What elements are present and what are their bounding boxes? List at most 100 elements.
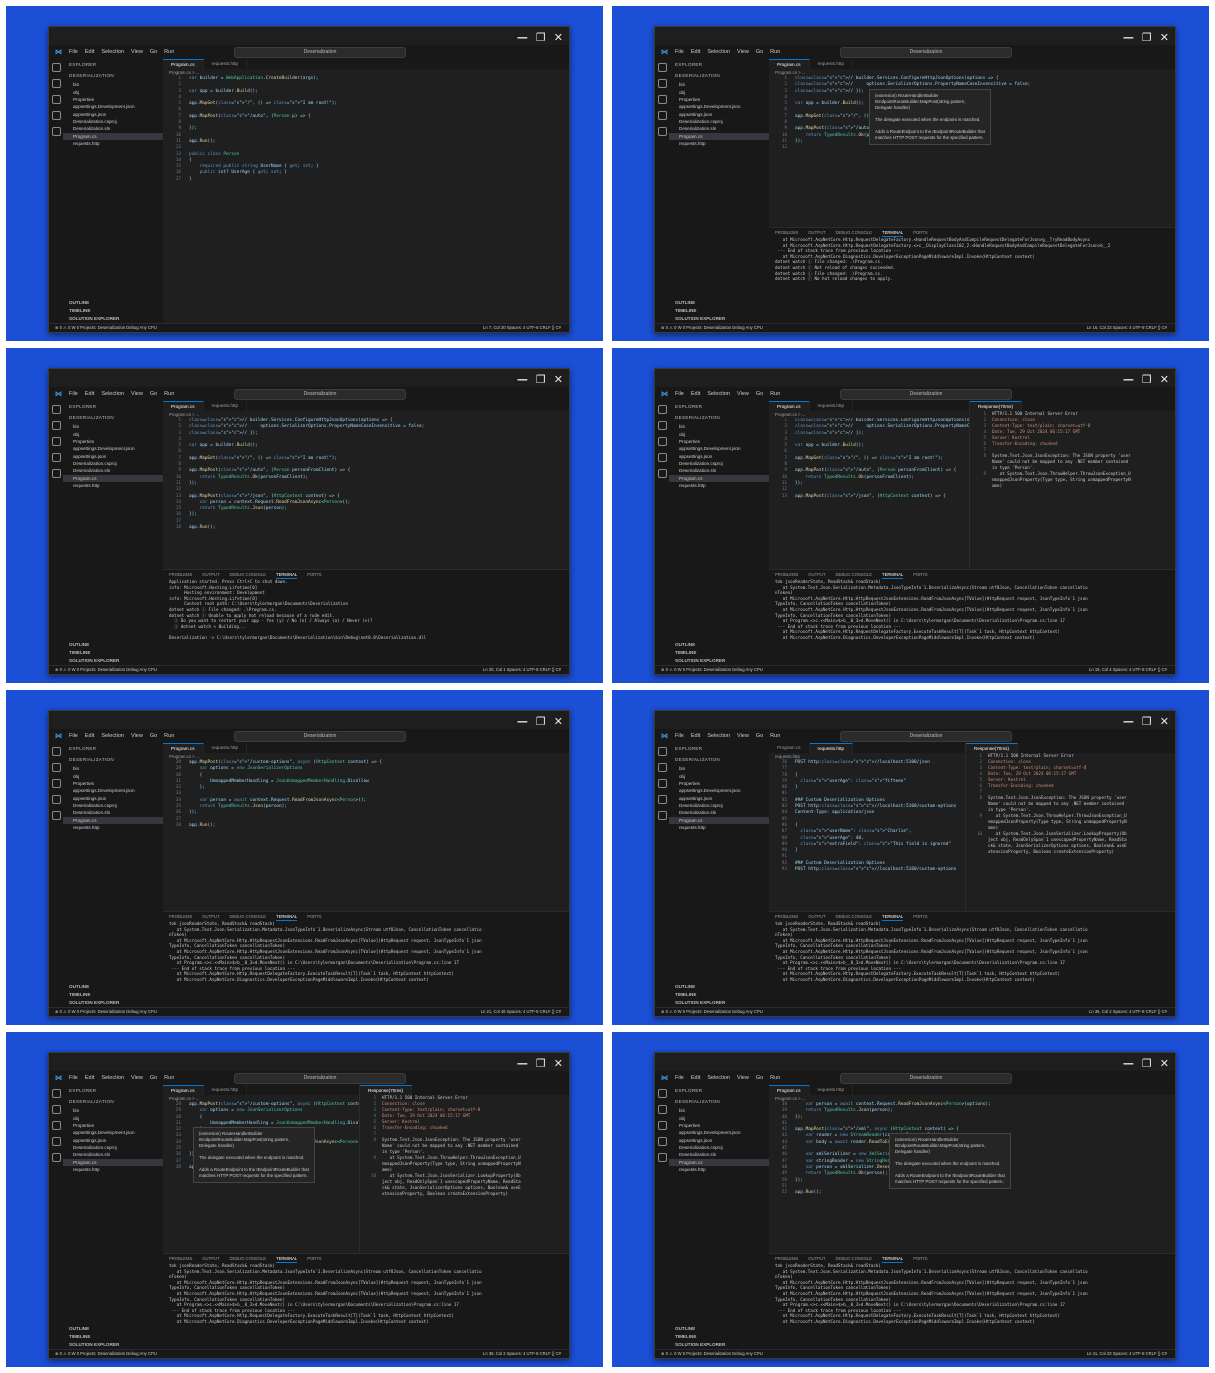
panel-tab-problems[interactable]: PROBLEMS [775, 912, 798, 921]
run-debug-icon[interactable] [51, 795, 61, 804]
status-right[interactable]: Ln 36, Col 2 Spaces: 4 UTF-8 CRLF {} C# [1089, 1008, 1167, 1016]
explorer-icon[interactable] [51, 1089, 61, 1098]
tree-item-program[interactable]: Program.cs [669, 132, 769, 140]
extensions-icon[interactable] [657, 469, 667, 478]
tree-item-sln[interactable]: Deserialization.sln [63, 125, 163, 132]
search-icon[interactable] [51, 1105, 61, 1114]
menu-edit[interactable]: Edit [85, 391, 94, 397]
tree-item-properties[interactable]: Properties [63, 1122, 163, 1129]
command-center-search[interactable]: Deserialization [234, 1073, 406, 1084]
tree-item-sln[interactable]: Deserialization.sln [669, 1151, 769, 1158]
tree-item-program[interactable]: Program.cs [669, 816, 769, 824]
menu-edit[interactable]: Edit [85, 733, 94, 739]
panel-tab-terminal[interactable]: TERMINAL [882, 912, 904, 921]
solution-explorer-section[interactable]: SOLUTION EXPLORER [669, 656, 769, 664]
menu-file[interactable]: File [675, 391, 684, 397]
source-control-icon[interactable] [51, 95, 61, 104]
tree-item-obj[interactable]: obj [669, 88, 769, 95]
timeline-section[interactable]: TIMELINE [63, 1332, 163, 1340]
window-controls[interactable]: — ❐ ✕ [517, 373, 563, 386]
source-control-icon[interactable] [657, 95, 667, 104]
tree-item-sln[interactable]: Deserialization.sln [63, 467, 163, 474]
tree-item-obj[interactable]: obj [63, 430, 163, 437]
tab-program[interactable]: Program.cs [163, 401, 204, 411]
menu-edit[interactable]: Edit [85, 1075, 94, 1081]
menu-file[interactable]: File [675, 733, 684, 739]
tree-item-requests[interactable]: requests.http [669, 1166, 769, 1173]
outline-section[interactable]: OUTLINE [669, 298, 769, 306]
minimize-icon[interactable]: — [517, 31, 528, 44]
panel-tab-ports[interactable]: PORTS [307, 570, 321, 579]
menu-go[interactable]: Go [756, 1075, 763, 1081]
tree-item-appsettings-dev[interactable]: appsettings.Development.json [63, 1129, 163, 1136]
source-control-icon[interactable] [51, 437, 61, 446]
tab-program[interactable]: Program.cs [163, 59, 204, 69]
menu-edit[interactable]: Edit [691, 733, 700, 739]
search-icon[interactable] [51, 421, 61, 430]
panel-tab-terminal[interactable]: TERMINAL [882, 570, 904, 579]
restore-icon[interactable]: ❐ [536, 31, 546, 44]
restore-icon[interactable]: ❐ [1142, 1057, 1152, 1070]
panel-tab-output[interactable]: OUTPUT [202, 570, 219, 579]
tree-item-appsettings[interactable]: appsettings.json [63, 1137, 163, 1144]
menu-view[interactable]: View [737, 1075, 749, 1081]
menu-view[interactable]: View [737, 391, 749, 397]
command-center-search[interactable]: Deserialization [234, 47, 406, 58]
tree-item-bin[interactable]: bin [669, 765, 769, 772]
timeline-section[interactable]: TIMELINE [63, 990, 163, 998]
explorer-icon[interactable] [657, 63, 667, 72]
tree-item-obj[interactable]: obj [669, 1114, 769, 1121]
menu-file[interactable]: File [69, 49, 78, 55]
search-icon[interactable] [51, 763, 61, 772]
tree-item-requests[interactable]: requests.http [63, 140, 163, 147]
tree-item-appsettings-dev[interactable]: appsettings.Development.json [669, 445, 769, 452]
terminal-output[interactable]: tok jsonReaderState, ReadStack& readStac… [163, 1263, 569, 1325]
tree-item-program[interactable]: Program.cs [669, 474, 769, 482]
explorer-icon[interactable] [51, 63, 61, 72]
tab-response[interactable]: Response(70ms) [966, 743, 1018, 753]
panel-tab-debug-console[interactable]: DEBUG CONSOLE [836, 228, 873, 237]
minimize-icon[interactable]: — [1123, 1057, 1134, 1070]
terminal-output[interactable]: at Microsoft.AspNetCore.Http.RequestDele… [769, 237, 1175, 282]
window-controls[interactable]: — ❐ ✕ [1123, 31, 1169, 44]
panel-tab-ports[interactable]: PORTS [913, 570, 927, 579]
explorer-root[interactable]: DESERIALIZATION [63, 754, 163, 765]
window-controls[interactable]: — ❐ ✕ [517, 1057, 563, 1070]
restore-icon[interactable]: ❐ [1142, 715, 1152, 728]
close-icon[interactable]: ✕ [554, 715, 563, 728]
terminal-output[interactable]: Application started. Press Ctrl+C to shu… [163, 579, 569, 641]
response-body[interactable]: 1 HTTP/1.1 500 Internal Server Error 2 Conn… [970, 411, 1175, 489]
close-icon[interactable]: ✕ [1160, 1057, 1169, 1070]
status-right[interactable]: Ln 16, Col 23 Spaces: 4 UTF-8 CRLF {} C# [1087, 324, 1167, 332]
tab-program[interactable]: Program.cs [769, 743, 810, 753]
source-control-icon[interactable] [657, 437, 667, 446]
tree-item-csproj[interactable]: Deserialization.csproj [669, 460, 769, 467]
run-debug-icon[interactable] [657, 453, 667, 462]
response-body[interactable]: 1 HTTP/1.1 500 Internal Server Error 2 Conn… [966, 753, 1175, 855]
solution-explorer-section[interactable]: SOLUTION EXPLORER [669, 314, 769, 322]
minimize-icon[interactable]: — [517, 715, 528, 728]
tree-item-csproj[interactable]: Deserialization.csproj [63, 118, 163, 125]
menu-run[interactable]: Run [164, 1075, 174, 1081]
menu-file[interactable]: File [675, 1075, 684, 1081]
tab-requests[interactable]: requests.http [204, 1085, 248, 1095]
tab-program[interactable]: Program.cs [769, 59, 810, 69]
explorer-icon[interactable] [657, 405, 667, 414]
menu-go[interactable]: Go [150, 391, 157, 397]
terminal-output[interactable]: tok jsonReaderState, ReadStack& readStac… [769, 921, 1175, 983]
status-left[interactable]: ⊗ 0 ⚠ 0 W 0 Projects: Deserialization De… [661, 1351, 763, 1356]
response-body[interactable]: 1 HTTP/1.1 500 Internal Server Error 2 Conn… [360, 1095, 569, 1197]
tree-item-obj[interactable]: obj [669, 772, 769, 779]
window-controls[interactable]: — ❐ ✕ [1123, 373, 1169, 386]
close-icon[interactable]: ✕ [554, 373, 563, 386]
command-center-search[interactable]: Deserialization [840, 47, 1012, 58]
panel-tab-ports[interactable]: PORTS [913, 912, 927, 921]
status-right[interactable]: Ln 36, Col 2 Spaces: 4 UTF-8 CRLF {} C# [483, 1350, 561, 1358]
panel-tab-output[interactable]: OUTPUT [202, 912, 219, 921]
panel-tab-problems[interactable]: PROBLEMS [775, 570, 798, 579]
tree-item-appsettings-dev[interactable]: appsettings.Development.json [669, 103, 769, 110]
source-control-icon[interactable] [657, 779, 667, 788]
restore-icon[interactable]: ❐ [536, 373, 546, 386]
status-right[interactable]: Ln 19, Col 4 Spaces: 4 UTF-8 CRLF {} C# [1089, 666, 1167, 674]
tree-item-requests[interactable]: requests.http [63, 824, 163, 831]
